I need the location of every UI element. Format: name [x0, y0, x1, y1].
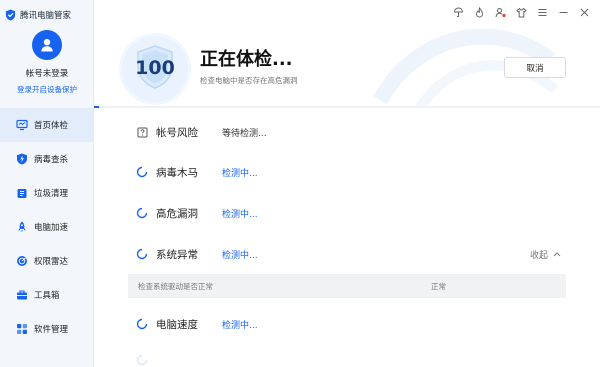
sidebar-item-label: 软件管理: [34, 325, 69, 335]
sidebar-item-home-checkup[interactable]: 首页体检: [0, 108, 94, 142]
loading-spinner-icon: [136, 248, 148, 260]
subcheck-row-driver: 检查系统驱动是否正常 正常: [128, 274, 566, 298]
virus-shield-icon: [17, 153, 27, 165]
check-status: 检测中...: [222, 250, 258, 261]
sidebar-item-junk-cleanup[interactable]: 垃圾清理: [0, 176, 94, 210]
shirt-icon[interactable]: [515, 6, 527, 18]
scan-status-subtitle: 检查电脑中是否存在高危漏洞: [200, 76, 298, 85]
subcheck-name: 检查系统驱动是否正常: [138, 282, 213, 291]
user-icon: [41, 39, 53, 52]
sidebar-nav: 首页体检 病毒查杀 垃圾清理 电脑加速 权限雷达 工具箱 软件管理: [0, 108, 94, 346]
check-status: 检测中...: [222, 168, 258, 179]
loading-spinner-icon: [136, 166, 148, 178]
sidebar-item-permission-radar[interactable]: 权限雷达: [0, 244, 94, 278]
sidebar-item-virus-scan[interactable]: 病毒查杀: [0, 142, 94, 176]
apps-icon: [17, 324, 27, 334]
loading-spinner-icon: [136, 207, 148, 219]
health-score: 100: [135, 57, 175, 79]
sidebar-item-toolbox[interactable]: 工具箱: [0, 278, 94, 312]
check-status: 检测中...: [222, 209, 258, 220]
next-check-row-partially-visible: [136, 354, 148, 367]
check-name: 电脑速度: [156, 318, 198, 331]
cancel-button[interactable]: 取消: [504, 57, 566, 78]
rocket-icon: [18, 221, 26, 233]
monitor-icon: [16, 119, 28, 131]
scan-status-title: 正在体检...: [200, 49, 293, 70]
app-title: 腾讯电脑管家: [20, 11, 72, 21]
check-row-high-risk-vulnerability: 高危漏洞 检测中...: [94, 198, 600, 228]
sidebar: 腾讯电脑管家 帐号未登录 登录开启设备保护 首页体检 病毒查杀 垃圾清理 电脑加…: [0, 0, 94, 367]
chevron-up-icon: [553, 252, 561, 257]
close-icon[interactable]: [578, 6, 590, 18]
login-link[interactable]: 登录开启设备保护: [0, 84, 94, 95]
account-name: 帐号未登录: [25, 69, 69, 79]
subcheck-status: 正常: [431, 282, 446, 291]
check-name: 帐号风险: [156, 126, 198, 139]
check-status: 等待检测...: [222, 128, 267, 139]
collapse-toggle[interactable]: 收起: [530, 248, 561, 261]
flame-icon[interactable]: [473, 6, 485, 18]
check-status: 检测中...: [222, 320, 258, 331]
broom-icon: [17, 189, 27, 198]
radar-icon: [17, 256, 27, 266]
check-name: 系统异常: [156, 248, 198, 261]
account-question-icon: [136, 126, 148, 138]
window-controls: [452, 6, 590, 18]
sidebar-item-label: 工具箱: [34, 291, 60, 301]
avatar[interactable]: [32, 30, 62, 60]
skin-icon[interactable]: [452, 6, 464, 18]
sidebar-item-pc-speedup[interactable]: 电脑加速: [0, 210, 94, 244]
app-brand: 腾讯电脑管家: [5, 8, 71, 22]
loading-spinner-icon: [136, 318, 148, 330]
sidebar-item-label: 病毒查杀: [34, 155, 69, 165]
sidebar-item-software-manager[interactable]: 软件管理: [0, 312, 94, 346]
toolbox-icon: [17, 290, 27, 300]
check-row-system-anomaly: 系统异常 检测中... 收起: [94, 239, 600, 269]
menu-icon[interactable]: [536, 6, 548, 18]
user-alert-icon[interactable]: [494, 6, 506, 18]
sidebar-item-label: 首页体检: [34, 121, 69, 131]
check-row-account-risk: 帐号风险 等待检测...: [94, 117, 600, 147]
minimize-icon[interactable]: [557, 6, 569, 18]
sidebar-item-label: 权限雷达: [34, 257, 69, 267]
check-row-pc-speed: 电脑速度 检测中...: [94, 309, 600, 339]
sidebar-item-label: 电脑加速: [34, 223, 69, 233]
check-name: 病毒木马: [156, 166, 198, 179]
tencent-shield-logo-icon: [5, 9, 16, 21]
check-row-virus-trojan: 病毒木马 检测中...: [94, 157, 600, 187]
loading-spinner-icon: [136, 354, 148, 366]
check-list: 帐号风险 等待检测... 病毒木马 检测中... 高危漏洞 检测中... 系统异…: [94, 108, 600, 367]
collapse-label: 收起: [530, 250, 549, 261]
sidebar-item-label: 垃圾清理: [34, 189, 69, 199]
check-name: 高危漏洞: [156, 207, 198, 220]
